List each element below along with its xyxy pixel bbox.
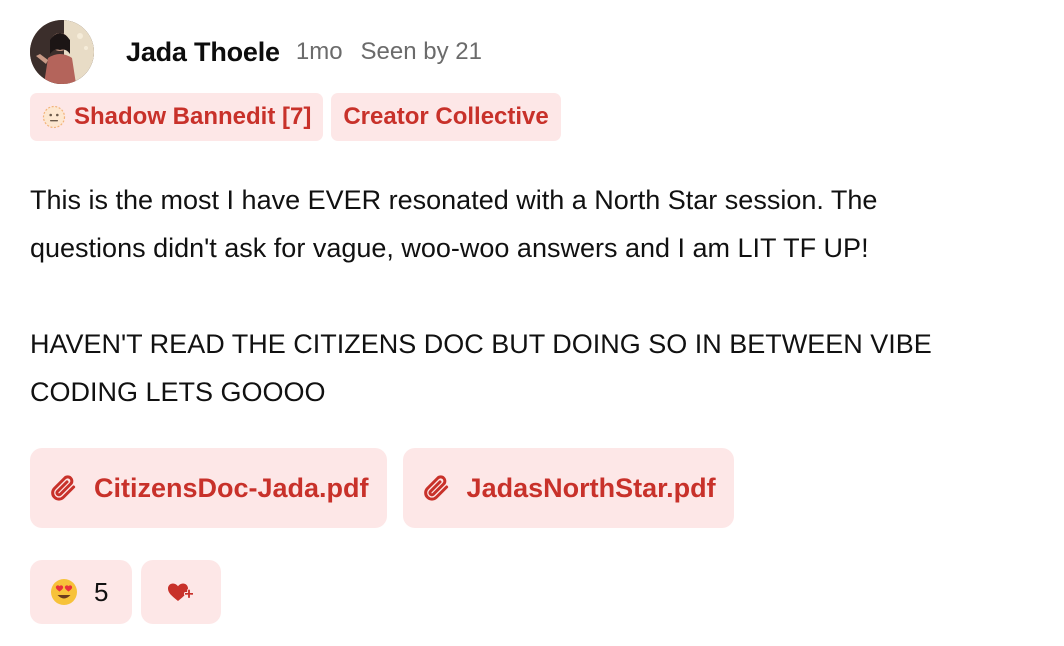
post-card: Jada Thoele 1mo Seen by 21 Shadow Banned… <box>0 0 1064 646</box>
post-time: 1mo <box>295 38 343 65</box>
attachment-citizens-doc[interactable]: CitizensDoc-Jada.pdf <box>30 448 387 528</box>
paragraph-break <box>30 272 1040 320</box>
reaction-heart-eyes[interactable]: 5 <box>30 560 132 624</box>
body-line: CODING LETS GOOOO <box>30 377 326 407</box>
attachment-list: CitizensDoc-Jada.pdf JadasNorthStar.pdf <box>30 448 734 528</box>
tag-shadow-bannedit[interactable]: Shadow Bannedit [7] <box>30 93 324 141</box>
heart-eyes-emoji-icon <box>51 579 77 605</box>
avatar-image <box>30 20 94 84</box>
attachment-name: JadasNorthStar.pdf <box>466 472 716 503</box>
author-name[interactable]: Jada Thoele <box>126 37 280 68</box>
post-body: This is the most I have EVER resonated w… <box>30 176 1040 416</box>
tag-list: Shadow Bannedit [7] Creator Collective <box>30 93 561 141</box>
body-line: This is the most I have EVER resonated w… <box>30 185 878 215</box>
heart-plus-icon <box>168 583 194 601</box>
paperclip-icon <box>51 475 76 501</box>
attachment-name: CitizensDoc-Jada.pdf <box>94 472 369 503</box>
body-line: questions didn't ask for vague, woo-woo … <box>30 233 869 263</box>
tag-creator-collective[interactable]: Creator Collective <box>331 93 561 141</box>
body-line: HAVEN'T READ THE CITIZENS DOC BUT DOING … <box>30 329 932 359</box>
neutral-face-icon <box>42 105 66 129</box>
tag-label: Shadow Bannedit [7] <box>74 103 312 130</box>
post-header: Jada Thoele 1mo Seen by 21 <box>30 20 482 84</box>
add-reaction-button[interactable] <box>141 560 221 624</box>
avatar[interactable] <box>30 20 94 84</box>
reaction-count: 5 <box>94 576 109 607</box>
reaction-bar: 5 <box>30 560 221 624</box>
paperclip-icon <box>423 475 448 501</box>
attachment-north-star[interactable]: JadasNorthStar.pdf <box>402 448 734 528</box>
seen-by-count[interactable]: Seen by 21 <box>361 38 482 66</box>
tag-label: Creator Collective <box>343 103 549 130</box>
